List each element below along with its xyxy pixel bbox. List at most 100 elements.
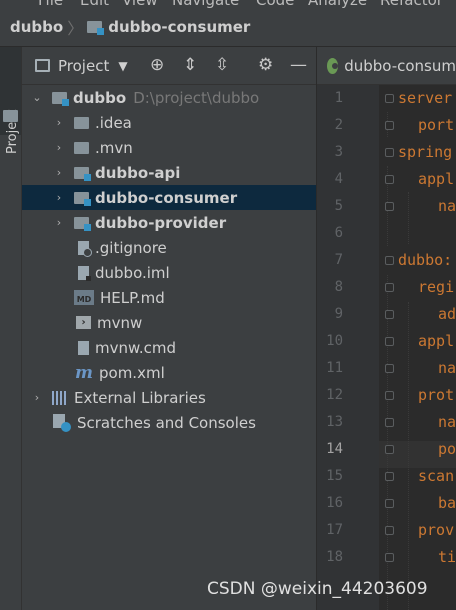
menu-file[interactable]: File <box>38 0 63 8</box>
code-line[interactable]: spring <box>398 143 452 161</box>
code-line[interactable]: server <box>398 89 452 107</box>
tree-item-external-libraries[interactable]: › External Libraries <box>22 385 316 410</box>
fold-marker-icon[interactable] <box>385 472 394 481</box>
iml-file-icon <box>78 265 91 281</box>
project-panel-title[interactable]: Project <box>58 57 109 75</box>
tree-item-label: dubbo-provider <box>95 213 227 232</box>
project-panel: Project ▼ ⊕ ⇕ ⇳ ⚙ — ⌄ dubbo D:\project\d… <box>22 47 316 610</box>
code-line[interactable]: prov <box>418 521 454 539</box>
fold-marker-icon[interactable] <box>385 418 394 427</box>
code-line[interactable]: na <box>438 359 456 377</box>
fold-marker-icon[interactable] <box>385 94 394 103</box>
folder-icon <box>74 141 89 154</box>
module-folder-icon <box>74 216 91 231</box>
fold-marker-icon[interactable] <box>385 337 394 346</box>
tree-item-gitignore[interactable]: .gitignore <box>22 235 316 260</box>
libraries-icon <box>52 390 68 405</box>
code-line[interactable]: port <box>418 116 454 134</box>
menu-navigate[interactable]: Navigate <box>172 0 239 8</box>
menu-bar: File Edit View Navigate Code Analyze Ref… <box>0 0 456 8</box>
tree-item-label: .mvn <box>95 138 133 157</box>
line-number: 11 <box>326 360 343 376</box>
minimize-icon[interactable]: — <box>290 55 307 75</box>
code-line[interactable]: dubbo: <box>398 251 452 269</box>
fold-marker-icon[interactable] <box>385 445 394 454</box>
code-line[interactable]: appl <box>418 332 454 350</box>
fold-marker-icon[interactable] <box>385 526 394 535</box>
tree-item-dubbo-consumer[interactable]: › dubbo-consumer <box>22 185 316 210</box>
line-number: 8 <box>334 279 343 295</box>
fold-marker-icon[interactable] <box>385 202 394 211</box>
tree-item-iml[interactable]: dubbo.iml <box>22 260 316 285</box>
line-number: 18 <box>326 549 343 565</box>
line-number: 7 <box>334 252 343 268</box>
code-line[interactable]: ba <box>438 494 456 512</box>
tree-item-pom[interactable]: m pom.xml <box>22 360 316 385</box>
gear-icon[interactable]: ⚙ <box>258 55 273 75</box>
menu-refactor[interactable]: Refactor <box>380 0 443 8</box>
line-number: 6 <box>334 225 343 241</box>
code-line[interactable]: ti <box>438 548 456 566</box>
fold-marker-icon[interactable] <box>385 121 394 130</box>
code-line[interactable]: scan <box>418 467 454 485</box>
fold-marker-icon[interactable] <box>385 175 394 184</box>
fold-marker-icon[interactable] <box>385 553 394 562</box>
project-panel-header: Project ▼ ⊕ ⇕ ⇳ ⚙ — <box>22 47 316 85</box>
menu-view[interactable]: View <box>122 0 158 8</box>
code-line[interactable]: prot <box>418 386 454 404</box>
code-line[interactable]: regi <box>418 278 454 296</box>
fold-marker-icon[interactable] <box>385 499 394 508</box>
shell-file-icon: › <box>76 316 91 329</box>
tree-item-label: dubbo-consumer <box>95 188 238 207</box>
chevron-right-icon[interactable]: › <box>54 141 64 154</box>
fold-marker-icon[interactable] <box>385 256 394 265</box>
tree-item-scratches[interactable]: Scratches and Consoles <box>22 410 316 435</box>
fold-marker-icon[interactable] <box>385 283 394 292</box>
menu-analyze[interactable]: Analyze <box>308 0 367 8</box>
module-folder-icon <box>74 166 91 181</box>
chevron-right-icon[interactable]: › <box>54 116 64 129</box>
tree-item-idea[interactable]: › .idea <box>22 110 316 135</box>
code-line[interactable]: po <box>438 440 456 458</box>
chevron-right-icon: 〉 <box>67 19 84 38</box>
tree-item-dubbo-api[interactable]: › dubbo-api <box>22 160 316 185</box>
tree-item-mvn[interactable]: › .mvn <box>22 135 316 160</box>
chevron-right-icon[interactable]: › <box>54 216 64 229</box>
chevron-right-icon[interactable]: › <box>54 166 64 179</box>
fold-marker-icon[interactable] <box>385 364 394 373</box>
editor-tab-label[interactable]: dubbo-consum <box>344 57 456 75</box>
tree-item-label: mvnw.cmd <box>95 338 177 357</box>
project-tool-tab[interactable]: Project <box>0 47 21 154</box>
line-number: 13 <box>326 414 343 430</box>
line-number: 17 <box>326 522 343 538</box>
menu-code[interactable]: Code <box>256 0 294 8</box>
tree-item-mvnw[interactable]: › mvnw <box>22 310 316 335</box>
chevron-down-icon[interactable]: ▼ <box>118 59 127 73</box>
collapse-all-icon[interactable]: ⇳ <box>215 55 229 75</box>
fold-marker-icon[interactable] <box>385 148 394 157</box>
tree-item-dubbo-provider[interactable]: › dubbo-provider <box>22 210 316 235</box>
chevron-right-icon[interactable]: › <box>54 191 64 204</box>
chevron-right-icon[interactable]: › <box>32 391 42 404</box>
folder-icon <box>3 110 18 122</box>
tree-item-help-md[interactable]: MD HELP.md <box>22 285 316 310</box>
fold-marker-icon[interactable] <box>385 310 394 319</box>
chevron-down-icon[interactable]: ⌄ <box>32 91 42 104</box>
code-line[interactable]: ad <box>438 305 456 323</box>
module-folder-icon <box>87 21 105 35</box>
tree-item-mvnw-cmd[interactable]: mvnw.cmd <box>22 335 316 360</box>
breadcrumb-item-root[interactable]: dubbo <box>10 18 63 36</box>
expand-all-icon[interactable]: ⇕ <box>183 55 197 75</box>
tree-item-root[interactable]: ⌄ dubbo D:\project\dubbo <box>22 85 316 110</box>
line-number: 4 <box>334 171 343 187</box>
module-folder-icon <box>74 191 91 206</box>
code-line[interactable]: appl <box>418 170 454 188</box>
menu-edit[interactable]: Edit <box>80 0 109 8</box>
fold-marker-icon[interactable] <box>385 391 394 400</box>
crosshair-icon[interactable]: ⊕ <box>150 55 164 75</box>
tree-item-label: dubbo <box>73 88 127 107</box>
code-line[interactable]: na <box>438 413 456 431</box>
markdown-file-icon: MD <box>74 290 94 305</box>
code-line[interactable]: na <box>438 197 456 215</box>
breadcrumb-item-module[interactable]: dubbo-consumer <box>108 18 250 36</box>
